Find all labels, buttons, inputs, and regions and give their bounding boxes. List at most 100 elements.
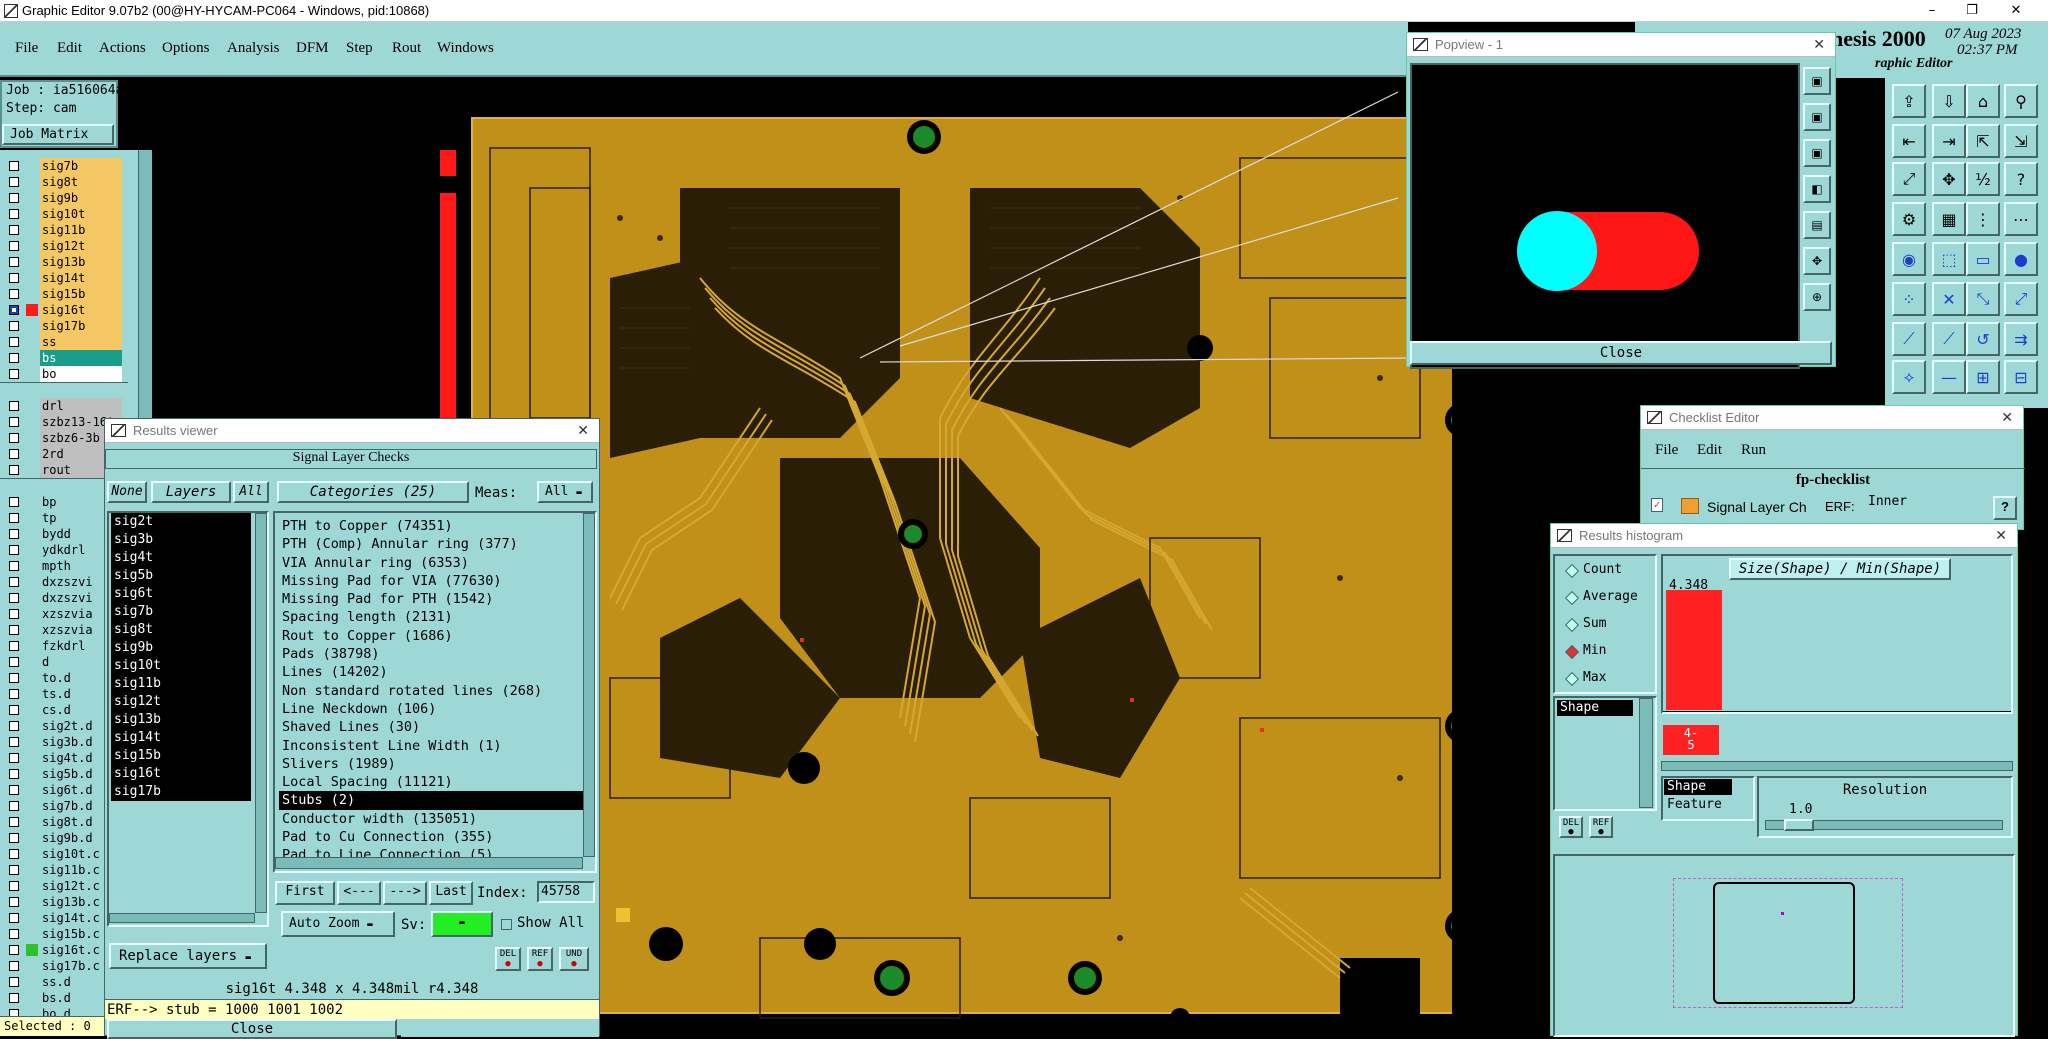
ref-button[interactable]: REF ● — [527, 947, 553, 971]
meas-select[interactable]: All ▬ — [537, 481, 593, 503]
layer-checkbox[interactable] — [9, 545, 19, 555]
layer-color-indicator[interactable] — [26, 512, 38, 524]
category-item[interactable]: VIA Annular ring (6353) — [279, 554, 585, 572]
layer-color-indicator[interactable] — [26, 944, 38, 956]
layer-checkbox[interactable] — [9, 769, 19, 779]
layer-color-indicator[interactable] — [26, 464, 38, 476]
categories-hscroll[interactable] — [275, 857, 583, 869]
layer-checkbox[interactable] — [9, 753, 19, 763]
category-item[interactable]: Rout to Copper (1686) — [279, 627, 585, 645]
categories-button[interactable]: Categories (25) — [277, 481, 469, 503]
category-item[interactable]: Non standard rotated lines (268) — [279, 682, 585, 700]
toolbar-button[interactable]: ⇲ — [2004, 124, 2038, 158]
layer-row[interactable]: bo — [0, 366, 128, 382]
toolbar-button[interactable]: ✕ — [1932, 282, 1966, 316]
menu-analysis[interactable]: Analysis — [227, 40, 280, 57]
toolbar-button[interactable]: ⚲ — [2004, 84, 2038, 118]
undo-button[interactable]: UND ● — [559, 947, 589, 971]
popview-tool-7[interactable]: ⊕ — [1803, 283, 1831, 311]
layer-checkbox[interactable] — [9, 513, 19, 523]
layer-color-indicator[interactable] — [26, 304, 38, 316]
layer-color-indicator[interactable] — [26, 832, 38, 844]
layer-row[interactable]: sig11b — [0, 222, 128, 238]
index-field[interactable]: 45758 — [537, 881, 595, 903]
toolbar-button[interactable]: ? — [2004, 162, 2038, 196]
toolbar-button[interactable]: ⟋ — [1892, 322, 1926, 356]
category-item[interactable]: PTH (Comp) Annular ring (377) — [279, 535, 585, 553]
layer-row[interactable]: sig13b — [0, 254, 128, 270]
layer-checkbox[interactable] — [9, 433, 19, 443]
layer-color-indicator[interactable] — [26, 272, 38, 284]
layer-checkbox[interactable] — [9, 209, 19, 219]
layer-color-indicator[interactable] — [26, 192, 38, 204]
layer-checkbox[interactable] — [9, 641, 19, 651]
checklist-menu-edit[interactable]: Edit — [1697, 442, 1722, 459]
category-item[interactable]: Shaved Lines (30) — [279, 718, 585, 736]
layer-checkbox[interactable] — [9, 225, 19, 235]
layer-color-indicator[interactable] — [26, 912, 38, 924]
toolbar-button[interactable]: ⇉ — [2004, 322, 2038, 356]
category-item[interactable]: Conductor width (135051) — [279, 810, 585, 828]
layer-checkbox[interactable] — [9, 401, 19, 411]
histogram-ref-button[interactable]: REF ● — [1589, 816, 1613, 838]
toolbar-button[interactable]: ● — [2004, 242, 2038, 276]
replace-layers-select[interactable]: Replace layers ▬ — [109, 943, 267, 969]
layer-color-indicator[interactable] — [26, 736, 38, 748]
layer-color-indicator[interactable] — [26, 704, 38, 716]
menu-actions[interactable]: Actions — [99, 40, 146, 57]
layer-color-indicator[interactable] — [26, 544, 38, 556]
layer-color-indicator[interactable] — [26, 656, 38, 668]
layer-checkbox[interactable] — [9, 817, 19, 827]
layer-checkbox[interactable] — [9, 801, 19, 811]
layer-color-indicator[interactable] — [26, 448, 38, 460]
layer-row[interactable]: drl — [0, 398, 128, 414]
layer-color-indicator[interactable] — [26, 784, 38, 796]
layer-row[interactable]: sig16t — [0, 302, 128, 318]
layer-color-indicator[interactable] — [26, 672, 38, 684]
layer-checkbox[interactable] — [9, 737, 19, 747]
layer-checkbox[interactable] — [9, 561, 19, 571]
layer-color-indicator[interactable] — [26, 608, 38, 620]
histogram-hscroll[interactable] — [1661, 761, 2013, 771]
type-shape[interactable]: Shape — [1664, 779, 1732, 795]
menu-dfm[interactable]: DFM — [296, 40, 329, 57]
layer-checkbox[interactable] — [9, 961, 19, 971]
category-item[interactable]: Pad to Cu Connection (355) — [279, 828, 585, 846]
resolution-slider[interactable] — [1765, 819, 2003, 831]
layer-checkbox[interactable] — [9, 593, 19, 603]
layer-color-indicator[interactable] — [26, 960, 38, 972]
layers-none-button[interactable]: None — [107, 481, 147, 503]
popview-tool-3[interactable]: ▣ — [1803, 139, 1831, 167]
menu-step[interactable]: Step — [346, 40, 373, 57]
layer-checkbox[interactable] — [9, 193, 19, 203]
layer-checkbox[interactable] — [9, 609, 19, 619]
layer-checkbox[interactable] — [9, 929, 19, 939]
result-layer-item[interactable]: sig13b — [111, 711, 251, 729]
toolbar-button[interactable]: ⤡ — [1966, 282, 2000, 316]
radio-max[interactable] — [1564, 671, 1580, 687]
layer-checkbox[interactable] — [9, 913, 19, 923]
maximize-button[interactable]: ❐ — [1952, 0, 1992, 22]
menu-rout[interactable]: Rout — [392, 40, 421, 57]
toolbar-button[interactable]: ⇪ — [1892, 84, 1926, 118]
layer-checkbox[interactable] — [9, 833, 19, 843]
toolbar-button[interactable]: ⇩ — [1932, 84, 1966, 118]
popview-tool-5[interactable]: ▤ — [1803, 211, 1831, 239]
category-item[interactable]: Spacing length (2131) — [279, 608, 585, 626]
category-item[interactable]: Missing Pad for VIA (77630) — [279, 572, 585, 590]
layer-checkbox[interactable] — [9, 497, 19, 507]
layer-color-indicator[interactable] — [26, 752, 38, 764]
del-button[interactable]: DEL ● — [495, 947, 521, 971]
result-layer-item[interactable]: sig16t — [111, 765, 251, 783]
layer-color-indicator[interactable] — [26, 352, 38, 364]
layer-color-indicator[interactable] — [26, 432, 38, 444]
layer-checkbox[interactable] — [9, 177, 19, 187]
result-layer-item[interactable]: sig7b — [111, 603, 251, 621]
category-item[interactable]: Stubs (2) — [279, 791, 585, 810]
layer-color-indicator[interactable] — [26, 416, 38, 428]
layer-checkbox[interactable] — [9, 241, 19, 251]
layer-row[interactable]: sig8t — [0, 174, 128, 190]
layer-checkbox[interactable] — [9, 449, 19, 459]
result-layer-item[interactable]: sig11b — [111, 675, 251, 693]
toolbar-button[interactable]: ↺ — [1966, 322, 2000, 356]
